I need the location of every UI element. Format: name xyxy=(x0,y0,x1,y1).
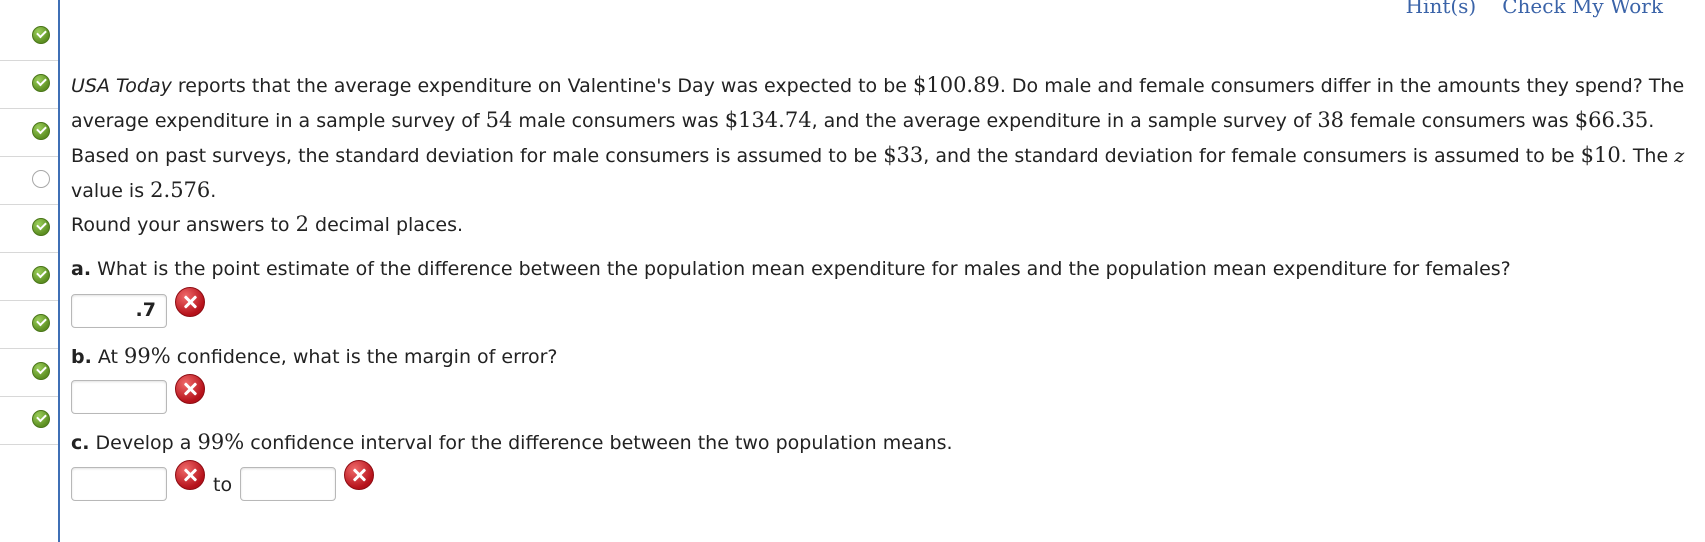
problem-paragraph: USA Today reports that the average expen… xyxy=(71,68,1691,208)
check-my-work-link[interactable]: Check My Work xyxy=(1502,0,1663,18)
question-a: a. What is the point estimate of the dif… xyxy=(71,258,1511,280)
answer-a-input[interactable]: .7 xyxy=(71,294,167,328)
incorrect-x-icon xyxy=(175,287,205,317)
value: 99% xyxy=(124,344,171,368)
empty-circle-icon xyxy=(32,170,50,188)
value: 2.576 xyxy=(150,178,211,202)
status-row[interactable] xyxy=(0,156,58,205)
check-circle-icon xyxy=(32,26,50,44)
check-circle-icon xyxy=(32,266,50,284)
status-row[interactable] xyxy=(0,60,58,109)
status-row[interactable] xyxy=(0,252,58,301)
question-label: a. xyxy=(71,258,92,280)
status-row[interactable] xyxy=(0,396,58,445)
check-circle-icon xyxy=(32,122,50,140)
z-variable: z xyxy=(1674,145,1685,167)
source-name: USA Today xyxy=(71,75,172,97)
problem-statement: USA Today reports that the average expen… xyxy=(71,68,1691,208)
value: 38 xyxy=(1317,108,1345,132)
value: 99% xyxy=(197,430,245,454)
status-row[interactable] xyxy=(0,12,58,61)
value: $33 xyxy=(883,143,924,167)
question-text: confidence, what is the margin of error? xyxy=(170,346,558,368)
text: , and the average expenditure in a sampl… xyxy=(811,110,1318,132)
value: $100.89 xyxy=(912,73,1000,97)
status-row[interactable] xyxy=(0,204,58,253)
incorrect-x-icon xyxy=(175,374,205,404)
question-c: c. Develop a 99% confidence interval for… xyxy=(71,430,953,454)
text: decimal places. xyxy=(308,214,464,236)
text: value is xyxy=(71,180,151,202)
question-text: Develop a xyxy=(89,432,198,454)
hints-link[interactable]: Hint(s) xyxy=(1406,0,1477,18)
value: $66.35 xyxy=(1574,108,1649,132)
rounding-instruction: Round your answers to 2 decimal places. xyxy=(71,212,463,236)
question-text: confidence interval for the difference b… xyxy=(244,432,953,454)
value: $10 xyxy=(1580,143,1621,167)
value: 2 xyxy=(295,212,309,236)
value: $134.74 xyxy=(724,108,812,132)
answer-c-upper-input[interactable] xyxy=(240,467,336,501)
question-text: At xyxy=(91,346,125,368)
status-row[interactable] xyxy=(0,300,58,349)
check-circle-icon xyxy=(32,74,50,92)
text: . The xyxy=(1620,145,1675,167)
question-b: b. At 99% confidence, what is the margin… xyxy=(71,344,557,368)
check-circle-icon xyxy=(32,362,50,380)
to-label: to xyxy=(213,474,233,496)
answer-c-lower-input[interactable] xyxy=(71,467,167,501)
text: female consumers was xyxy=(1344,110,1575,132)
text: male consumers was xyxy=(512,110,725,132)
text: reports that the average expenditure on … xyxy=(171,75,913,97)
answer-b-input[interactable] xyxy=(71,380,167,414)
check-circle-icon xyxy=(32,314,50,332)
text: . xyxy=(210,180,217,202)
question-label: b. xyxy=(71,346,92,368)
check-circle-icon xyxy=(32,218,50,236)
text: , and the standard deviation for female … xyxy=(923,145,1581,167)
status-row[interactable] xyxy=(0,348,58,397)
value: 54 xyxy=(485,108,513,132)
incorrect-x-icon xyxy=(344,460,374,490)
question-text: What is the point estimate of the differ… xyxy=(91,258,1511,280)
incorrect-x-icon xyxy=(175,460,205,490)
question-label: c. xyxy=(71,432,90,454)
status-row[interactable] xyxy=(0,108,58,157)
header-links: Hint(s) Check My Work xyxy=(1406,0,1663,18)
check-circle-icon xyxy=(32,410,50,428)
status-column xyxy=(0,0,60,542)
text: Round your answers to xyxy=(71,214,296,236)
